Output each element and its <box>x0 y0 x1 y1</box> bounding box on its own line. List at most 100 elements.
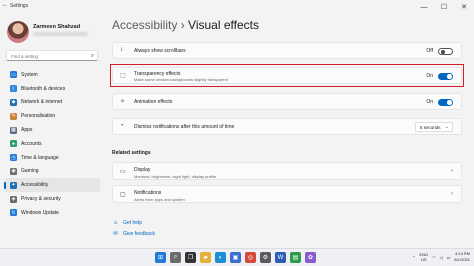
sidebar-item-windows-update[interactable]: ↻ Windows Update <box>4 206 100 220</box>
related-display[interactable]: ▭ Display Monitors, brightness, night li… <box>112 162 462 180</box>
setting-title: Always show scrollbars <box>134 48 186 54</box>
task-view-icon[interactable]: ❐ <box>185 252 196 263</box>
setting-dismiss-notifications[interactable]: ◔ Dismiss notifications after this amoun… <box>112 118 462 135</box>
breadcrumb-parent[interactable]: Accessibility <box>112 18 177 32</box>
close-button[interactable]: ✕ <box>454 0 474 14</box>
settings-icon[interactable]: ⚙ <box>260 252 271 263</box>
setting-title: Dismiss notifications after this amount … <box>134 124 235 130</box>
toggle-state: On <box>426 73 433 79</box>
gamepad-icon: ◉ <box>10 167 17 175</box>
toggle-state: Off <box>426 48 433 54</box>
bluetooth-icon: ᛒ <box>10 85 17 93</box>
scrollbars-toggle[interactable] <box>438 47 453 55</box>
sidebar-item-label: Bluetooth & devices <box>21 85 66 92</box>
sidebar-item-system[interactable]: ▭ System <box>4 68 100 82</box>
related-title: Notifications <box>134 190 162 196</box>
store-icon[interactable]: ▣ <box>230 252 241 263</box>
monitor-icon: ▭ <box>10 71 17 79</box>
timer-icon: ◔ <box>120 123 124 129</box>
sidebar-nav: ▭ System ᛒ Bluetooth & devices ◆ Network & in… <box>4 68 100 220</box>
wifi-icon[interactable]: ◠ <box>432 255 436 260</box>
sidebar-item-label: Time & language <box>21 154 59 161</box>
dismiss-time-dropdown[interactable]: 5 seconds ⌄ <box>415 122 453 132</box>
sidebar-item-personalisation[interactable]: ✎ Personalisation <box>4 109 100 123</box>
setting-transparency[interactable]: ⬚ Transparency effects Make some window … <box>112 67 462 84</box>
help-icon: ☺ <box>112 219 119 226</box>
photos-icon[interactable]: ✿ <box>305 252 316 263</box>
word-icon[interactable]: W <box>275 252 286 263</box>
sidebar-item-time-language[interactable]: ◷ Time & language <box>4 151 100 165</box>
display-icon: ▭ <box>120 169 126 175</box>
search-icon[interactable]: ⌕ <box>170 252 181 263</box>
related-subtitle: Alerts from apps and system <box>134 196 185 202</box>
avatar[interactable] <box>7 21 29 43</box>
sidebar-item-privacy-security[interactable]: ◈ Privacy & security <box>4 192 100 206</box>
minimize-button[interactable]: — <box>414 0 434 14</box>
taskbar: ⊞ ⌕ ❐ ▰ ◐ ▣ ◎ ⚙ W ▤ ✿ ⌃ ENG US ◠ ◁ ▭ 4:14 PM 6/1/2… <box>0 248 474 266</box>
clock[interactable]: 4:14 PM 6/1/2021 <box>454 251 470 263</box>
sidebar-item-label: Personalisation <box>21 113 56 120</box>
setting-subtitle: Make some window backgrounds slightly tr… <box>134 77 228 82</box>
battery-icon[interactable]: ▭ <box>447 255 451 260</box>
window-controls: — ☐ ✕ <box>414 0 474 14</box>
toggle-state: On <box>426 99 433 105</box>
get-help-link[interactable]: ☺ Get help <box>112 219 142 226</box>
apps-icon: ▦ <box>10 126 17 134</box>
sidebar: Zarmeen Shahzad Find a setting ⌕ ▭ System… <box>0 14 102 248</box>
notification-icon: ▢ <box>120 192 126 198</box>
dropdown-value: 5 seconds <box>420 125 441 130</box>
sidebar-item-label: Privacy & security <box>21 196 61 203</box>
taskbar-apps: ⊞ ⌕ ❐ ▰ ◐ ▣ ◎ ⚙ W ▤ ✿ <box>155 252 316 263</box>
related-notifications[interactable]: ▢ Notifications Alerts from apps and sys… <box>112 185 462 203</box>
related-title: Display <box>134 167 151 173</box>
chevron-right-icon: › <box>451 168 453 174</box>
sidebar-item-label: Accounts <box>21 140 42 147</box>
search-placeholder: Find a setting <box>11 53 39 59</box>
animation-icon: ✧ <box>120 99 126 105</box>
related-subtitle: Monitors, brightness, night light, displ… <box>134 173 217 179</box>
green-app-icon[interactable]: ▤ <box>290 252 301 263</box>
setting-title: Animation effects <box>134 99 173 105</box>
sidebar-item-bluetooth-devices[interactable]: ᛒ Bluetooth & devices <box>4 82 100 96</box>
sidebar-item-label: Accessibility <box>21 182 49 189</box>
transparency-icon: ⬚ <box>120 73 126 79</box>
page-title: Accessibility › Visual effects <box>112 18 259 32</box>
sidebar-item-network-internet[interactable]: ◆ Network & internet <box>4 96 100 110</box>
transparency-toggle[interactable] <box>438 72 453 80</box>
person-icon: ● <box>10 140 17 148</box>
sidebar-item-accounts[interactable]: ● Accounts <box>4 137 100 151</box>
sidebar-item-gaming[interactable]: ◉ Gaming <box>4 165 100 179</box>
chrome-icon[interactable]: ◎ <box>245 252 256 263</box>
related-settings-heading: Related settings <box>112 150 151 156</box>
shield-icon: ◈ <box>10 195 17 203</box>
language-region: US <box>420 257 427 262</box>
setting-scrollbars[interactable]: ↕ Always show scrollbars Off <box>112 42 462 59</box>
maximize-button[interactable]: ☐ <box>434 0 454 14</box>
animation-toggle[interactable] <box>438 98 453 106</box>
user-email-redacted <box>33 32 88 36</box>
edge-icon[interactable]: ◐ <box>215 252 226 263</box>
breadcrumb-current: Visual effects <box>188 18 259 32</box>
search-input[interactable]: Find a setting ⌕ <box>6 50 98 61</box>
app-title: Settings <box>10 3 29 9</box>
sidebar-item-label: Apps <box>21 127 33 134</box>
user-name: Zarmeen Shahzad <box>33 24 81 30</box>
scrollbar-icon: ↕ <box>120 47 123 53</box>
sidebar-item-label: System <box>21 71 38 78</box>
setting-animation[interactable]: ✧ Animation effects On <box>112 93 462 110</box>
sidebar-item-label: Network & internet <box>21 99 63 106</box>
clock-date: 6/1/2021 <box>454 257 470 262</box>
give-feedback-link[interactable]: ✉ Give feedback <box>112 230 155 237</box>
chevron-down-icon: ⌄ <box>444 124 449 130</box>
back-icon[interactable]: ← <box>2 2 8 8</box>
volume-icon[interactable]: ◁ <box>440 255 443 260</box>
sidebar-item-label: Windows Update <box>21 209 59 216</box>
file-explorer-icon[interactable]: ▰ <box>200 252 211 263</box>
start-icon[interactable]: ⊞ <box>155 252 166 263</box>
sidebar-item-accessibility[interactable]: ✦ Accessibility <box>4 178 100 193</box>
language-indicator[interactable]: ENG US <box>419 252 428 262</box>
feedback-icon: ✉ <box>113 230 118 237</box>
give-feedback-label: Give feedback <box>123 230 155 237</box>
sidebar-item-apps[interactable]: ▦ Apps <box>4 123 100 137</box>
chevron-up-icon[interactable]: ⌃ <box>412 255 415 260</box>
